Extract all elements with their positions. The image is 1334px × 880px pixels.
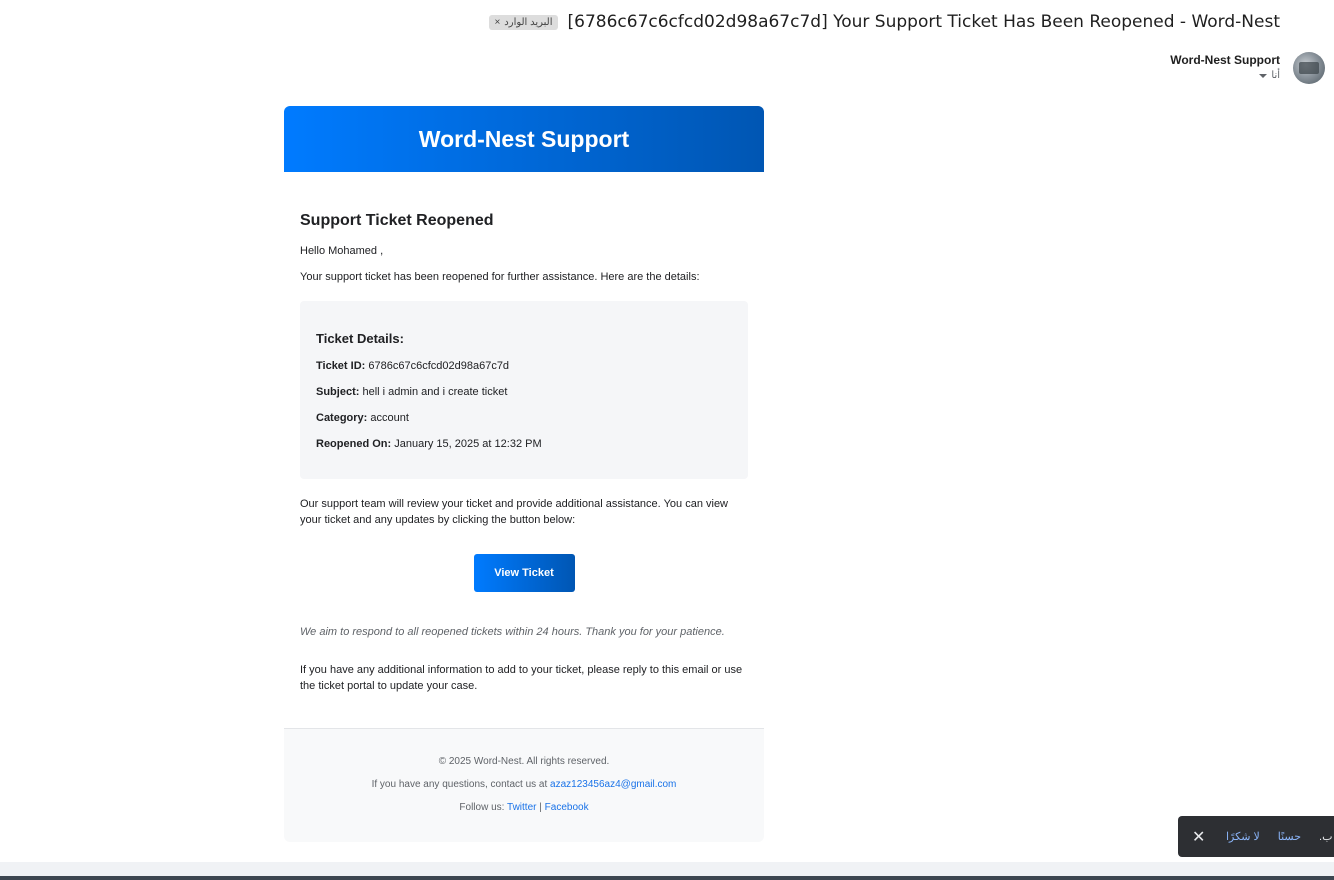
- inbox-label-chip[interactable]: البريد الوارد ×: [489, 14, 558, 30]
- detail-label: Category:: [316, 412, 368, 424]
- detail-value: hell i admin and i create ticket: [362, 386, 508, 398]
- message-title: Support Ticket Reopened: [300, 212, 494, 229]
- detail-row-reopened-on: Reopened On: January 15, 2025 at 12:32 P…: [316, 437, 732, 451]
- detail-label: Reopened On:: [316, 438, 392, 450]
- footer-separator: |: [539, 802, 542, 813]
- detail-row-category: Category: account: [316, 411, 732, 425]
- detail-value: January 15, 2025 at 12:32 PM: [394, 438, 542, 450]
- email-body: Support Ticket Reopened Hello Mohamed , …: [284, 172, 764, 694]
- subject-bar: البريد الوارد × [6786c67c6cfcd02d98a67c7…: [0, 12, 1280, 32]
- bottom-gray-strip: [0, 862, 1334, 876]
- recipient-label: أنا: [1271, 70, 1280, 81]
- greeting: Hello Mohamed ,: [300, 245, 384, 257]
- email-footer: © 2025 Word-Nest. All rights reserved. I…: [284, 728, 764, 842]
- footer-social: Follow us: Twitter | Facebook: [284, 802, 764, 813]
- snackbar: ✕ لا شكرًا حسنًا ب.: [1178, 816, 1334, 857]
- sender-info: Word-Nest Support أنا: [1170, 53, 1280, 81]
- email-header-banner: Word-Nest Support: [284, 106, 764, 172]
- ticket-details-box: Ticket Details: Ticket ID: 6786c67c6cfcd…: [300, 301, 748, 479]
- detail-row-ticket-id: Ticket ID: 6786c67c6cfcd02d98a67c7d: [316, 359, 732, 373]
- twitter-link[interactable]: Twitter: [507, 802, 536, 813]
- button-container: View Ticket: [300, 554, 748, 592]
- sender-avatar[interactable]: [1293, 52, 1325, 84]
- facebook-link[interactable]: Facebook: [545, 802, 589, 813]
- detail-value: account: [370, 412, 409, 424]
- footer-follow-prefix: Follow us:: [459, 802, 505, 813]
- contact-email-link[interactable]: azaz123456az4@gmail.com: [550, 779, 676, 790]
- intro-text: Your support ticket has been reopened fo…: [300, 271, 700, 283]
- close-icon[interactable]: ✕: [1192, 827, 1208, 847]
- sender-name: Word-Nest Support: [1170, 53, 1280, 67]
- email-header-title: Word-Nest Support: [418, 125, 630, 152]
- bottom-dark-strip: [0, 876, 1334, 880]
- footer-copyright: © 2025 Word-Nest. All rights reserved.: [438, 756, 610, 767]
- detail-value: 6786c67c6cfcd02d98a67c7d: [368, 360, 510, 372]
- recipient-details-toggle[interactable]: أنا: [1170, 70, 1280, 81]
- footer-contact-prefix: If you have any questions, contact us at: [371, 779, 548, 790]
- inbox-label-text: البريد الوارد: [504, 16, 553, 28]
- detail-label: Subject:: [316, 386, 360, 398]
- email-card: Word-Nest Support Support Ticket Reopene…: [284, 106, 764, 842]
- snackbar-decline-button[interactable]: لا شكرًا: [1226, 830, 1260, 843]
- detail-row-subject: Subject: hell i admin and i create ticke…: [316, 385, 732, 399]
- footer-contact: If you have any questions, contact us at…: [284, 779, 764, 790]
- additional-info-text: If you have any additional information t…: [300, 664, 743, 692]
- remove-label-icon[interactable]: ×: [494, 17, 500, 28]
- chevron-down-icon[interactable]: [1259, 73, 1268, 78]
- email-subject: [6786c67c6cfcd02d98a67c7d] Your Support …: [567, 12, 1280, 32]
- response-time-note: We aim to respond to all reopened ticket…: [300, 626, 725, 638]
- view-ticket-button[interactable]: View Ticket: [473, 554, 575, 592]
- snackbar-accept-button[interactable]: حسنًا: [1278, 830, 1301, 843]
- detail-label: Ticket ID:: [316, 360, 366, 372]
- ticket-details-title: Ticket Details:: [316, 331, 404, 346]
- snackbar-message: ب.: [1319, 831, 1333, 843]
- review-text: Our support team will review your ticket…: [300, 498, 729, 526]
